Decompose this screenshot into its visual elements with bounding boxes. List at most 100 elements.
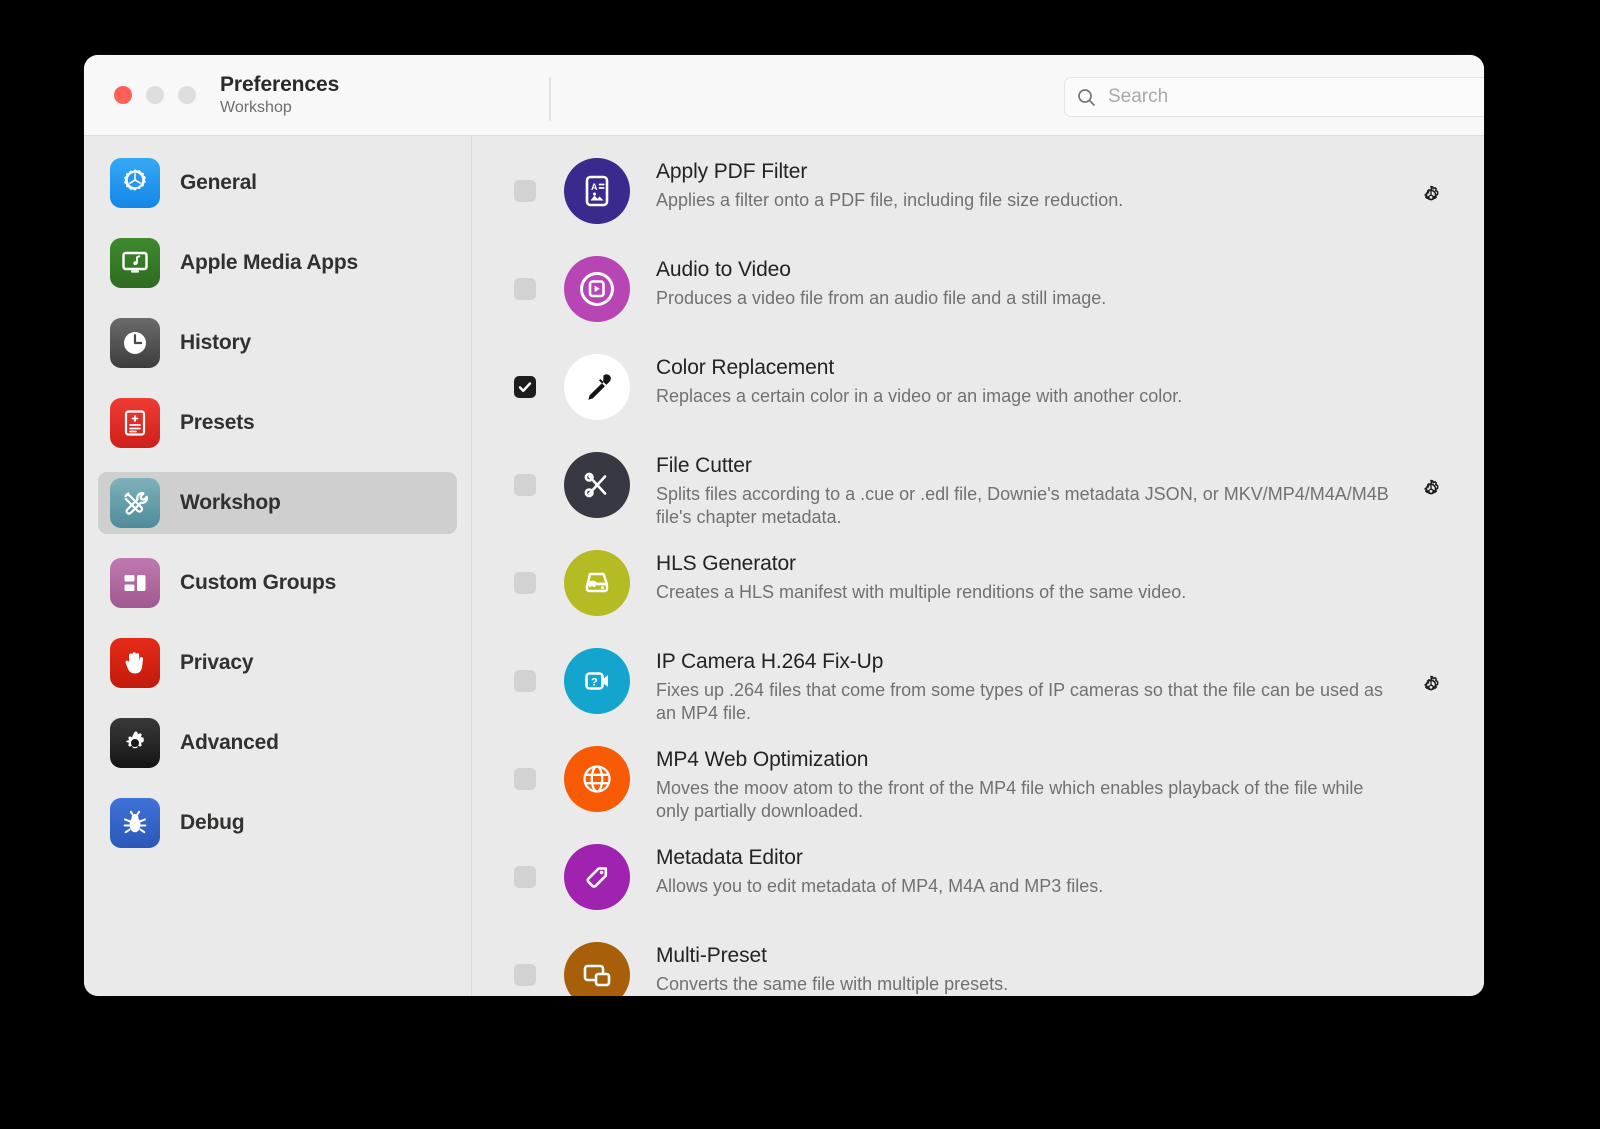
checkmark-icon [518,382,532,392]
list-item-description: Moves the moov atom to the front of the … [656,777,1364,822]
list-item-description: Creates a HLS manifest with multiple ren… [656,581,1187,602]
sidebar-item-apple-media-apps[interactable]: Apple Media Apps [98,232,457,294]
sidebar-item-label: Custom Groups [180,571,337,594]
bug-icon [110,798,160,848]
list-item[interactable]: Color Replacement Replaces a certain col… [472,350,1484,448]
list-item-description: Produces a video file from an audio file… [656,287,1107,308]
list-item-text: Multi-Preset Converts the same file with… [656,938,1402,996]
globe-icon [564,746,630,812]
list-item[interactable]: ? IP Camera H.264 Fix-Up Fixes up .264 f… [472,644,1484,742]
sidebar-item-presets[interactable]: Presets [98,392,457,454]
list-item-text: IP Camera H.264 Fix-Up Fixes up .264 fil… [656,644,1402,726]
document-icon [110,398,160,448]
window-title-block: Preferences Workshop [220,73,339,116]
sidebar-item-history[interactable]: History [98,312,457,374]
list-item-text: MP4 Web Optimization Moves the moov atom… [656,742,1402,824]
tag-icon [564,844,630,910]
sidebar-item-label: Workshop [180,491,281,514]
list-item[interactable]: Metadata Editor Allows you to edit metad… [472,840,1484,938]
sidebar-item-label: Apple Media Apps [180,251,359,274]
sidebar-item-label: Advanced [180,731,279,754]
sidebar-item-label: Presets [180,411,255,434]
svg-text:A: A [591,182,598,192]
enable-checkbox[interactable] [514,474,536,496]
list-item[interactable]: MP4 Web Optimization Moves the moov atom… [472,742,1484,840]
video-camera-question-icon: ? [564,648,630,714]
traffic-lights [114,86,196,104]
streaming-icon [564,550,630,616]
list-item-description: Splits files according to a .cue or .edl… [656,483,1389,528]
close-button[interactable] [114,86,132,104]
enable-checkbox[interactable] [514,572,536,594]
list-item-title: File Cutter [656,454,752,477]
page-subtitle: Workshop [220,98,292,116]
video-play-icon [564,256,630,322]
list-item-title: IP Camera H.264 Fix-Up [656,650,884,673]
enable-checkbox[interactable] [514,278,536,300]
settings-gear-icon[interactable] [1418,476,1444,502]
enable-checkbox[interactable] [514,376,536,398]
enable-checkbox[interactable] [514,670,536,692]
preferences-window: Preferences Workshop Search General Appl… [84,55,1484,996]
sidebar: General Apple Media Apps History Presets… [84,136,472,996]
list-item[interactable]: File Cutter Splits files according to a … [472,448,1484,546]
gear-icon [110,158,160,208]
list-item-title: HLS Generator [656,552,796,575]
minimize-button[interactable] [146,86,164,104]
search-input[interactable] [1106,85,1484,109]
list-item-description: Allows you to edit metadata of MP4, M4A … [656,875,1104,896]
list-item-description: Fixes up .264 files that come from some … [656,679,1384,724]
settings-gear-icon[interactable] [1418,182,1444,208]
monitor-music-icon [110,238,160,288]
sidebar-item-workshop[interactable]: Workshop [98,472,457,534]
sidebar-item-privacy[interactable]: Privacy [98,632,457,694]
list-item-description: Converts the same file with multiple pre… [656,973,1009,994]
list-item-title: Apply PDF Filter [656,160,808,183]
list-item-title: Audio to Video [656,258,791,281]
window-content: General Apple Media Apps History Presets… [84,136,1484,996]
list-item-text: Apply PDF Filter Applies a filter onto a… [656,154,1402,212]
list-item-title: Multi-Preset [656,944,767,967]
cog-icon [110,718,160,768]
tools-icon [110,478,160,528]
list-item[interactable]: Audio to Video Produces a video file fro… [472,252,1484,350]
list-item-text: File Cutter Splits files according to a … [656,448,1402,530]
sidebar-item-custom-groups[interactable]: Custom Groups [98,552,457,614]
enable-checkbox[interactable] [514,866,536,888]
search-icon [1078,88,1095,106]
zoom-button[interactable] [178,86,196,104]
sidebar-item-label: History [180,331,251,354]
search-field[interactable] [1064,77,1484,117]
list-item-text: Metadata Editor Allows you to edit metad… [656,840,1402,898]
toolbar-separator [549,77,551,121]
grid-panels-icon [110,558,160,608]
svg-text:?: ? [591,677,598,689]
settings-gear-icon[interactable] [1418,672,1444,698]
enable-checkbox[interactable] [514,964,536,986]
list-item[interactable]: A Apply PDF Filter Applies a filter onto… [472,154,1484,252]
sidebar-item-debug[interactable]: Debug [98,792,457,854]
list-item-text: HLS Generator Creates a HLS manifest wit… [656,546,1402,604]
list-item-description: Replaces a certain color in a video or a… [656,385,1183,406]
list-item-text: Audio to Video Produces a video file fro… [656,252,1402,310]
page-title: Preferences [220,73,340,97]
clock-icon [110,318,160,368]
eyedropper-icon [564,354,630,420]
workshop-actions-list: A Apply PDF Filter Applies a filter onto… [472,136,1484,996]
list-item-title: Metadata Editor [656,846,803,869]
sidebar-item-advanced[interactable]: Advanced [98,712,457,774]
sidebar-item-label: Debug [180,811,245,834]
window-toolbar: Preferences Workshop [84,55,1484,136]
list-item[interactable]: Multi-Preset Converts the same file with… [472,938,1484,996]
list-item-title: Color Replacement [656,356,835,379]
sidebar-item-general[interactable]: General [98,152,457,214]
pdf-document-icon: A [564,158,630,224]
list-item[interactable]: HLS Generator Creates a HLS manifest wit… [472,546,1484,644]
sidebar-item-label: Privacy [180,651,254,674]
list-item-title: MP4 Web Optimization [656,748,869,771]
hand-icon [110,638,160,688]
enable-checkbox[interactable] [514,768,536,790]
multi-window-icon [564,942,630,996]
enable-checkbox[interactable] [514,180,536,202]
scissors-icon [564,452,630,518]
